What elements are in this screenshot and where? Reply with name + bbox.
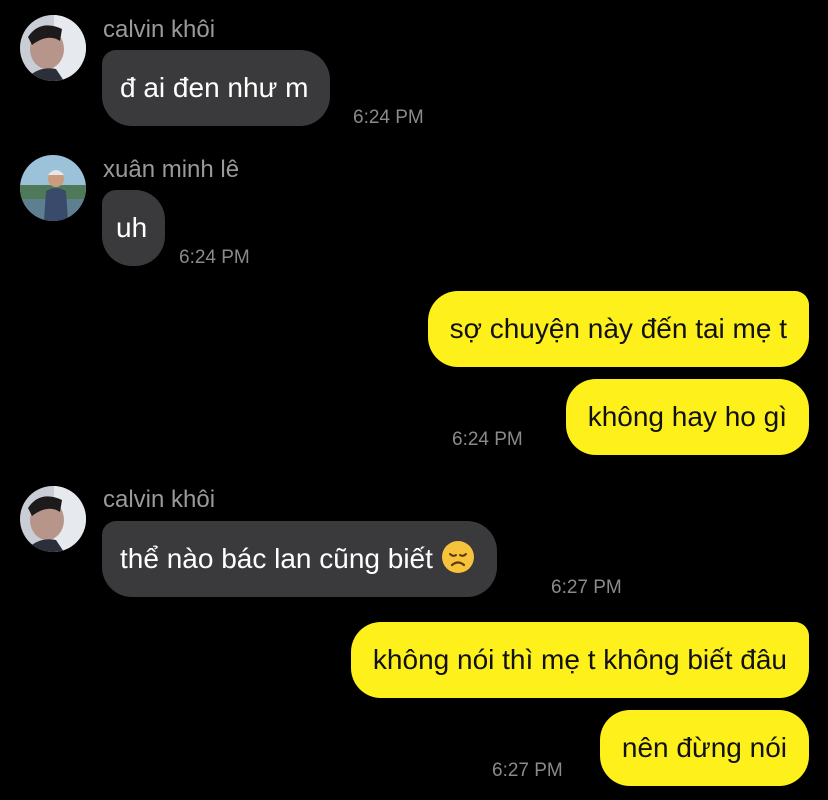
sender-name: calvin khôi bbox=[103, 16, 216, 43]
avatar-photo-calvin bbox=[20, 15, 86, 81]
outgoing-message-bubble[interactable]: không nói thì mẹ t không biết đâu bbox=[350, 622, 809, 698]
outgoing-message-bubble[interactable]: nên đừng nói bbox=[599, 710, 809, 786]
incoming-message-bubble[interactable]: uh bbox=[102, 190, 166, 266]
sender-name: xuân minh lê bbox=[103, 156, 240, 183]
avatar-calvin-khoi[interactable] bbox=[20, 486, 86, 552]
incoming-message-bubble[interactable]: đ ai đen như m bbox=[102, 50, 331, 126]
avatar-xuan-minh-le[interactable] bbox=[20, 155, 86, 221]
outgoing-message-bubble[interactable]: sợ chuyện này đến tai mẹ t bbox=[427, 291, 809, 367]
outgoing-message-bubble[interactable]: không hay ho gì bbox=[565, 379, 809, 455]
avatar-calvin-khoi[interactable] bbox=[20, 15, 86, 81]
incoming-message-bubble[interactable]: thể nào bác lan cũng biết bbox=[102, 521, 497, 597]
message-timestamp: 6:27 PM bbox=[492, 760, 563, 781]
avatar-photo-xuan bbox=[20, 155, 86, 221]
sender-name: calvin khôi bbox=[103, 486, 216, 513]
message-timestamp: 6:27 PM bbox=[551, 577, 622, 598]
disappointed-face-icon bbox=[441, 541, 474, 573]
message-timestamp: 6:24 PM bbox=[179, 247, 250, 268]
message-timestamp: 6:24 PM bbox=[452, 429, 523, 450]
message-text: thể nào bác lan cũng biết bbox=[120, 543, 433, 574]
avatar-photo-calvin bbox=[20, 486, 86, 552]
message-timestamp: 6:24 PM bbox=[353, 107, 424, 128]
